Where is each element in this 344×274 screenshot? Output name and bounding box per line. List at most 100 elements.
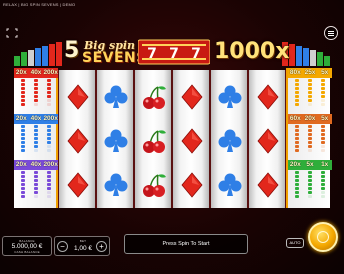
paytable-tick xyxy=(321,171,326,174)
paytable-tick xyxy=(307,129,312,132)
paytable-tick xyxy=(20,129,25,132)
paytable-tick xyxy=(20,191,25,194)
paytable-row: 20x 5x 1x xyxy=(288,160,332,204)
paytable-tick xyxy=(47,129,52,132)
spin-button[interactable] xyxy=(308,222,338,252)
paytable-indicators xyxy=(290,125,330,157)
paytable-multiplier: 200x xyxy=(43,161,58,168)
paytable-multipliers: 60x 20x 5x xyxy=(288,114,332,124)
paytable-row: 20x 40x 200x xyxy=(14,68,58,112)
paytable-tick xyxy=(294,99,299,102)
paytable-tick xyxy=(307,175,312,178)
paytable-multiplier: 200x xyxy=(43,69,58,76)
paytable-tick xyxy=(321,129,326,132)
paytable-tick xyxy=(47,141,52,144)
svg-text:7: 7 xyxy=(191,46,201,62)
paytable-tick xyxy=(307,171,312,174)
cherry-icon xyxy=(143,174,166,197)
paytable-tick xyxy=(294,95,299,98)
balance-sublabel: CASH BALANCE xyxy=(14,250,40,254)
paytable-tick xyxy=(47,183,52,186)
paytable-tick xyxy=(321,191,326,194)
diamond-icon xyxy=(181,84,203,110)
paytable-tick xyxy=(321,137,326,140)
paytable-tick xyxy=(307,149,312,152)
paytable-tick xyxy=(20,175,25,178)
paytable-tick xyxy=(47,175,52,178)
reel xyxy=(248,70,286,208)
fullscreen-icon[interactable] xyxy=(6,28,18,38)
paytable-tick xyxy=(20,133,25,136)
top-bar: RELAX | BIG SPIN SEVENS | DEMO xyxy=(0,0,344,22)
svg-text:7: 7 xyxy=(169,46,179,62)
paytable-tick xyxy=(294,191,299,194)
paytable-tick xyxy=(321,103,326,106)
paytable-multiplier: 40x xyxy=(30,69,42,76)
paytable-row: 20x 40x 200x xyxy=(14,160,58,204)
paytable-tick xyxy=(33,141,38,144)
paytable-multiplier: 200x xyxy=(43,115,58,122)
paytable-tick xyxy=(47,133,52,136)
paytable-tick xyxy=(47,83,52,86)
reels-area xyxy=(58,70,286,208)
paytable-tick xyxy=(307,187,312,190)
paytable-multiplier: 1x xyxy=(321,161,329,168)
paytable-multipliers: 80x 25x 5x xyxy=(288,68,332,78)
paytable-tick xyxy=(20,187,25,190)
paytable-tick xyxy=(47,195,52,198)
menu-line-icon xyxy=(328,35,334,37)
spin-icon xyxy=(317,231,329,243)
paytable-tick xyxy=(20,195,25,198)
paytable-tick xyxy=(294,137,299,140)
logo-decoration-left xyxy=(14,42,62,66)
diamond-icon xyxy=(181,172,203,198)
paytable-multiplier: 20x xyxy=(15,115,27,122)
paytable-tick xyxy=(307,125,312,128)
paytable-tick xyxy=(307,91,312,94)
paytable-tick xyxy=(294,141,299,144)
status-message: Press Spin To Start xyxy=(124,234,248,254)
paytable-tick xyxy=(47,103,52,106)
paytable-multiplier: 5x xyxy=(321,115,329,122)
paytable-multipliers: 20x 40x 200x xyxy=(14,160,58,170)
paytable-tick xyxy=(47,95,52,98)
reel xyxy=(96,70,134,208)
paytable-tick xyxy=(20,179,25,182)
paytable-tick xyxy=(307,137,312,140)
paytable-multipliers: 20x 40x 200x xyxy=(14,68,58,78)
paytable-indicators xyxy=(290,79,330,111)
paytable-tick xyxy=(33,133,38,136)
paytable-tick xyxy=(20,95,25,98)
paytable-tick xyxy=(33,171,38,174)
paytable-tick xyxy=(33,191,38,194)
menu-button[interactable] xyxy=(324,26,338,40)
paytable-tick xyxy=(321,141,326,144)
paytable-tick xyxy=(33,179,38,182)
paytable-tick xyxy=(20,183,25,186)
paytable-tick xyxy=(33,125,38,128)
paytable-tick xyxy=(307,179,312,182)
paytable-tick xyxy=(47,145,52,148)
paytable-tick xyxy=(307,79,312,82)
paytable-tick xyxy=(20,141,25,144)
paytable-tick xyxy=(20,79,25,82)
paytable-multiplier: 80x xyxy=(289,69,301,76)
paytable-indicators xyxy=(16,125,56,157)
club-icon xyxy=(104,173,128,196)
diamond-icon xyxy=(257,172,279,198)
reel xyxy=(210,70,248,208)
bet-increase-button[interactable]: + xyxy=(96,241,107,252)
paytable-tick xyxy=(321,125,326,128)
paytable-tick xyxy=(321,187,326,190)
paytable-tick xyxy=(321,79,326,82)
paytable-tick xyxy=(294,145,299,148)
paytable-row: 60x 20x 5x xyxy=(288,114,332,158)
paytable-tick xyxy=(321,83,326,86)
club-icon xyxy=(104,129,128,152)
diamond-icon xyxy=(67,84,89,110)
paytable-multiplier: 25x xyxy=(304,69,316,76)
paytable-tick xyxy=(321,195,326,198)
paytable-tick xyxy=(294,171,299,174)
paytable-tick xyxy=(294,133,299,136)
autoplay-button[interactable]: AUTO xyxy=(286,238,304,248)
